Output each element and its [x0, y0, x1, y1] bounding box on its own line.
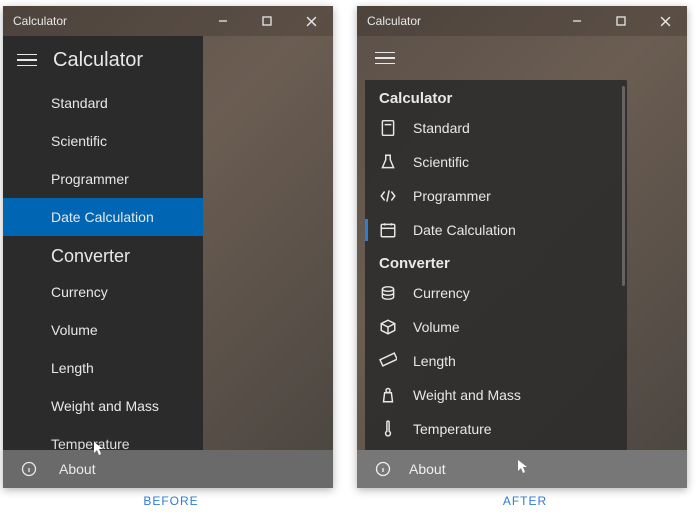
section-header-converter: Converter [365, 247, 627, 276]
menu-item-length[interactable]: Length [365, 344, 627, 378]
window-controls [201, 6, 333, 36]
menu-item-programmer[interactable]: Programmer [3, 160, 203, 198]
section-header-calculator: Calculator [365, 80, 627, 111]
menu-item-length[interactable]: Length [3, 349, 203, 387]
calendar-icon [379, 221, 397, 239]
flask-icon [379, 153, 397, 171]
maximize-button[interactable] [599, 6, 643, 36]
close-button[interactable] [643, 6, 687, 36]
caption-row: BEFORE AFTER [0, 494, 696, 508]
titlebar: Calculator [357, 6, 687, 36]
window-title: Calculator [367, 14, 555, 28]
menu-item-standard[interactable]: Standard [365, 111, 627, 145]
window-before: Calculator Calculator Standard Scientifi… [3, 6, 333, 488]
menu-item-volume[interactable]: Volume [365, 310, 627, 344]
menu-item-programmer[interactable]: Programmer [365, 179, 627, 213]
menu-item-weight[interactable]: Weight and Mass [3, 387, 203, 425]
code-icon [379, 187, 397, 205]
hamburger-icon[interactable] [371, 48, 399, 69]
calculator-icon [379, 119, 397, 137]
titlebar: Calculator [3, 6, 333, 36]
panel-title: Calculator [53, 49, 143, 72]
about-label: About [409, 461, 446, 477]
close-button[interactable] [289, 6, 333, 36]
panel-header: Calculator [3, 36, 203, 84]
maximize-button[interactable] [245, 6, 289, 36]
menu-item-currency[interactable]: Currency [365, 276, 627, 310]
window-title: Calculator [13, 14, 201, 28]
minimize-button[interactable] [201, 6, 245, 36]
cursor-icon [517, 459, 529, 478]
section-header-converter: Converter [3, 236, 203, 273]
window-controls [555, 6, 687, 36]
weight-icon [379, 386, 397, 404]
menu-item-scientific[interactable]: Scientific [3, 122, 203, 160]
menu-item-date-calculation[interactable]: Date Calculation [365, 213, 627, 247]
menu-item-standard[interactable]: Standard [3, 84, 203, 122]
info-icon [375, 461, 393, 477]
cursor-icon [93, 441, 105, 460]
nav-panel: Calculator Standard Scientific Programme… [3, 36, 203, 450]
menu-item-scientific[interactable]: Scientific [365, 145, 627, 179]
currency-icon [379, 284, 397, 302]
hamburger-icon[interactable] [13, 50, 41, 71]
info-icon [21, 461, 45, 477]
menu-item-weight[interactable]: Weight and Mass [365, 378, 627, 412]
window-after: Calculator Calculator Standard Scientifi… [357, 6, 687, 488]
about-button[interactable]: About [3, 450, 333, 488]
menu-item-currency[interactable]: Currency [3, 273, 203, 311]
thermometer-icon [379, 420, 397, 438]
cube-icon [379, 318, 397, 336]
ruler-icon [379, 352, 397, 370]
caption-after: AFTER [360, 494, 690, 508]
menu-list: Standard Scientific Programmer Date Calc… [3, 84, 203, 450]
minimize-button[interactable] [555, 6, 599, 36]
menu-item-volume[interactable]: Volume [3, 311, 203, 349]
menu-item-temperature[interactable]: Temperature [365, 412, 627, 446]
nav-panel: Calculator Standard Scientific Programme… [365, 80, 627, 450]
menu-item-date-calculation[interactable]: Date Calculation [3, 198, 203, 236]
about-label: About [59, 461, 96, 477]
topbar [357, 36, 687, 80]
caption-before: BEFORE [6, 494, 336, 508]
